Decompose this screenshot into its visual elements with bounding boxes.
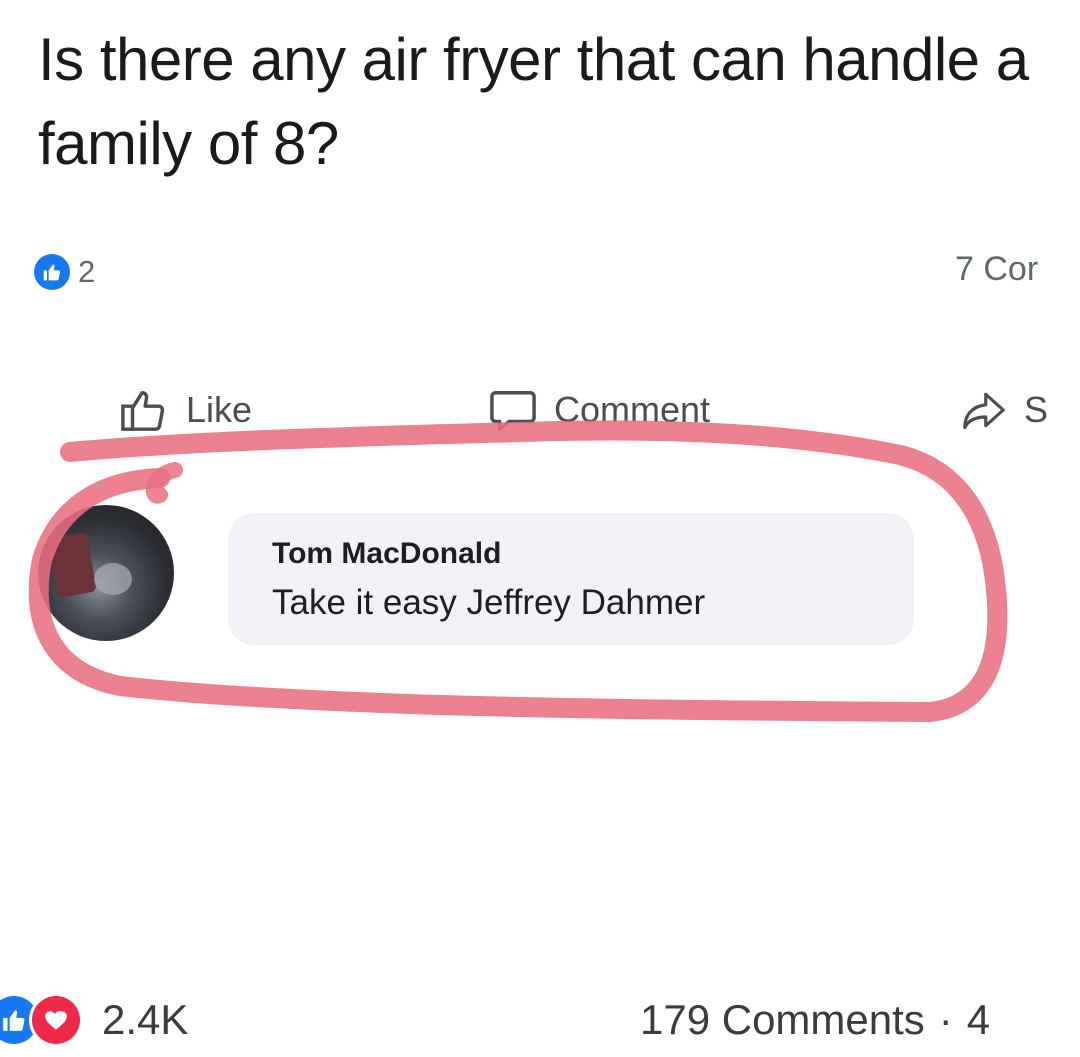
share-button[interactable]: S bbox=[960, 380, 1048, 440]
like-icon bbox=[34, 254, 70, 290]
comment-bubble: Tom MacDonald Take it easy Jeffrey Dahme… bbox=[228, 513, 914, 645]
comment-label: Comment bbox=[554, 389, 711, 430]
comment-icon bbox=[490, 391, 536, 431]
share-icon bbox=[963, 392, 1005, 430]
post-action-bar: Like Comment S bbox=[0, 380, 1080, 440]
avatar[interactable] bbox=[38, 505, 174, 641]
footer-reactions[interactable]: 2.4K bbox=[0, 990, 188, 1050]
footer-trailing: 4 bbox=[966, 996, 991, 1043]
footer-comments-label: 179 Comments bbox=[640, 996, 925, 1043]
like-button[interactable]: Like bbox=[118, 380, 252, 440]
like-label: Like bbox=[186, 389, 253, 430]
footer-separator: · bbox=[938, 996, 953, 1043]
post-text: Is there any air fryer that can handle a… bbox=[38, 26, 1029, 177]
post-reactions-summary[interactable]: 2 bbox=[34, 250, 95, 294]
comment-button[interactable]: Comment bbox=[488, 380, 710, 440]
post-reaction-count: 2 bbox=[78, 254, 96, 289]
post-comments-count[interactable]: 7 Cor bbox=[955, 250, 1038, 289]
footer-reaction-count: 2.4K bbox=[102, 996, 189, 1043]
share-label: S bbox=[1024, 389, 1049, 430]
heart-icon bbox=[32, 996, 80, 1044]
footer-comments-count[interactable]: 179 Comments · 4 bbox=[640, 990, 990, 1050]
thumbs-up-icon bbox=[121, 391, 165, 431]
footer-summary: 2.4K 179 Comments · 4 bbox=[0, 990, 1080, 1050]
comment-text: Take it easy Jeffrey Dahmer bbox=[272, 583, 706, 622]
comment-author[interactable]: Tom MacDonald bbox=[272, 537, 501, 571]
